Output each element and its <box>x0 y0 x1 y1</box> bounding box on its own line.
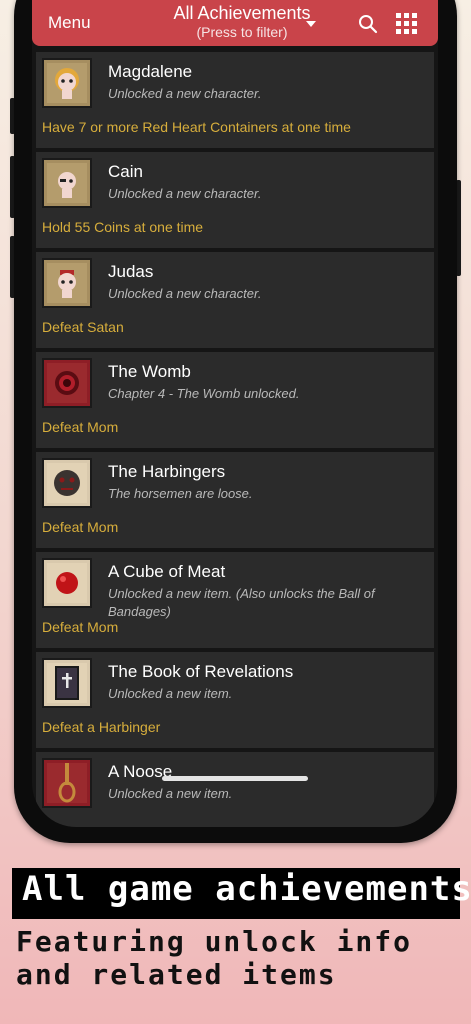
achievement-description: Unlocked a new character. <box>108 286 262 301</box>
womb-icon <box>42 358 92 408</box>
achievement-description: Unlocked a new character. <box>108 86 262 101</box>
achievement-card[interactable]: The Book of Revelations Unlocked a new i… <box>36 652 434 748</box>
chevron-down-icon[interactable] <box>306 21 316 27</box>
achievement-requirement: Have 7 or more Red Heart Containers at o… <box>42 119 351 135</box>
achievement-card[interactable]: Cain Unlocked a new character. Hold 55 C… <box>36 152 434 248</box>
achievement-name: Judas <box>108 262 154 281</box>
achievement-description: Unlocked a new item. (Also unlocks the B… <box>108 586 375 619</box>
grid-icon[interactable] <box>396 13 418 35</box>
noose-icon <box>42 758 92 808</box>
achievement-requirement: Defeat a Harbinger <box>42 719 161 735</box>
achievement-name: A Cube of Meat <box>108 562 226 581</box>
achievement-card[interactable]: Judas Unlocked a new character. Defeat S… <box>36 252 434 348</box>
filter-title: All Achievements <box>173 3 311 23</box>
achievement-name: The Book of Revelations <box>108 662 294 681</box>
achievement-card[interactable]: A Cube of Meat Unlocked a new item. (Als… <box>36 552 434 648</box>
menu-button[interactable]: Menu <box>48 13 91 33</box>
achievement-card[interactable]: The Harbingers The horsemen are loose. D… <box>36 452 434 548</box>
achievement-description: Unlocked a new item. <box>108 686 233 701</box>
achievement-description: Unlocked a new character. <box>108 186 262 201</box>
achievement-name: Cain <box>108 162 143 181</box>
achievement-card[interactable]: Magdalene Unlocked a new character. Have… <box>36 52 434 148</box>
cube-of-meat-icon <box>42 558 92 608</box>
home-indicator <box>162 776 308 781</box>
filter-subtitle: (Press to filter) <box>196 24 288 40</box>
judas-icon <box>42 258 92 308</box>
achievement-requirement: Hold 55 Coins at one time <box>42 219 204 235</box>
achievement-description: Chapter 4 - The Womb unlocked. <box>108 386 300 401</box>
achievement-card[interactable]: The Womb Chapter 4 - The Womb unlocked. … <box>36 352 434 448</box>
search-icon[interactable] <box>358 14 378 34</box>
achievement-requirement: Defeat Mom <box>42 419 119 435</box>
achievement-card[interactable]: A Noose Unlocked a new item. <box>36 752 434 827</box>
nav-bar: Menu All Achievements (Press to filter) <box>32 0 438 46</box>
achievement-name: The Womb <box>108 362 191 381</box>
filter-button[interactable]: All Achievements (Press to filter) <box>162 3 322 41</box>
achievement-description: Unlocked a new item. <box>108 786 233 801</box>
achievement-requirement: Defeat Satan <box>42 319 124 335</box>
achievement-name: The Harbingers <box>108 462 226 481</box>
magdalene-icon <box>42 58 92 108</box>
achievement-description: The horsemen are loose. <box>108 486 253 501</box>
cain-icon <box>42 158 92 208</box>
achievement-name: Magdalene <box>108 62 193 81</box>
achievement-requirement: Defeat Mom <box>42 519 119 535</box>
book-of-revelations-icon <box>42 658 92 708</box>
subline-caption: Featuring unlock info and related items <box>16 925 413 991</box>
headline-caption: All game achievements <box>12 868 471 919</box>
harbingers-icon <box>42 458 92 508</box>
phone-frame: Menu All Achievements (Press to filter) <box>14 0 457 843</box>
app-screen: Menu All Achievements (Press to filter) <box>32 0 438 827</box>
achievement-requirement: Defeat Mom <box>42 619 119 635</box>
